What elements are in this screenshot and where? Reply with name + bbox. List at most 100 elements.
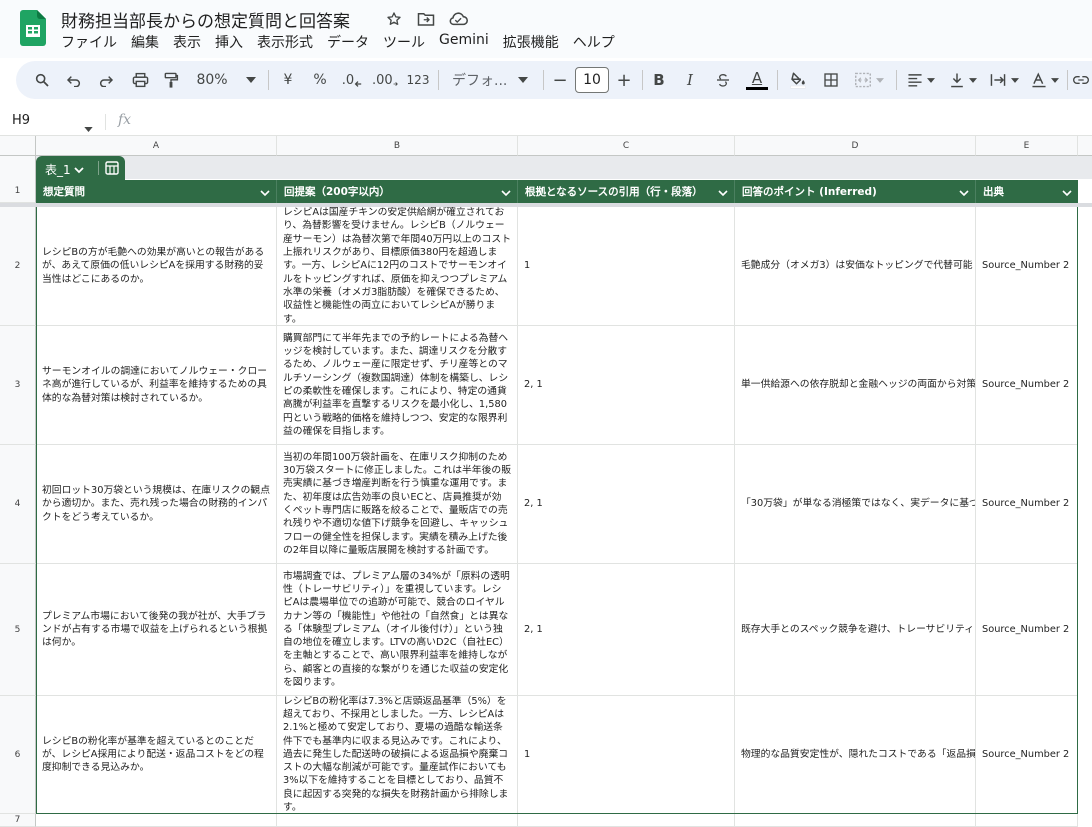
column-header-a[interactable]: A [36,136,277,156]
table-cell-source[interactable]: 2, 1 [518,445,735,564]
menu-view[interactable]: 表示 [173,32,201,52]
italic-button[interactable]: I [681,61,699,99]
redo-icon[interactable] [94,61,118,99]
menu-help[interactable]: ヘルプ [573,32,615,52]
table-menu-chevron-icon[interactable] [74,163,84,177]
table-cell-source[interactable]: 1 [518,207,735,326]
menu-gemini[interactable]: Gemini [439,32,489,52]
menu-insert[interactable]: 挿入 [215,32,243,52]
table-cell-answer[interactable]: 購買部門にて半年先までの予約レートによる為替ヘッジを検討しています。また、調達リ… [277,326,518,445]
column-filter-chevron-icon[interactable] [1062,188,1072,200]
text-color-button[interactable]: A [745,61,769,99]
text-rotation-icon[interactable] [1028,61,1062,99]
table-cell-reference[interactable]: Source_Number 2 [976,326,1078,445]
table-cell-reference[interactable]: Source_Number 2 [976,696,1078,814]
empty-cell[interactable] [735,814,976,827]
column-header-d[interactable]: D [735,136,976,156]
fill-color-icon[interactable] [786,61,810,99]
strikethrough-icon[interactable] [713,61,733,99]
header-cell-question[interactable]: 想定質問 [36,180,277,203]
document-title[interactable]: 財務担当部長からの想定質問と回答案 [61,7,350,32]
zoom-select[interactable]: 80% [194,61,230,99]
menu-file[interactable]: ファイル [61,32,117,52]
header-cell-point[interactable]: 回答のポイント (Inferred) [735,180,976,203]
currency-format-button[interactable]: ¥ [280,61,296,99]
row-header-3[interactable]: 3 [0,326,36,445]
table-cell-question[interactable]: 初回ロット30万袋という規模は、在庫リスクの観点から適切か。また、売れ残った場合… [36,445,277,564]
table-cell-reference[interactable]: Source_Number 2 [976,207,1078,326]
row-header-7[interactable]: 7 [0,814,36,827]
table-cell-answer[interactable]: 市場調査では、プレミアム層の34%が「原料の透明性（トレーサビリティ）」を重視し… [277,564,518,696]
table-cell-answer[interactable]: 当初の年間100万袋計画を、在庫リスク抑制のため30万袋スタートに修正しました。… [277,445,518,564]
table-name-chip[interactable]: 表_1 [36,156,125,180]
header-cell-source[interactable]: 根拠となるソースの引用（行・段落） [518,180,735,203]
search-menus-icon[interactable] [30,61,54,99]
table-cell-point[interactable]: 物理的な品質安定性が、隠れたコストである「返品損」 [735,696,976,814]
vertical-align-icon[interactable] [946,61,980,99]
number-format-button[interactable]: 123 [406,61,430,99]
row-header-2[interactable]: 2 [0,207,36,326]
insert-link-icon[interactable] [1072,61,1090,99]
table-cell-question[interactable]: サーモンオイルの調達においてノルウェー・クローネ高が進行しているが、利益率を維持… [36,326,277,445]
name-box-dropdown-icon[interactable] [84,117,93,136]
table-view-icon[interactable] [105,161,119,178]
undo-icon[interactable] [62,61,86,99]
column-filter-chevron-icon[interactable] [501,188,511,200]
font-dropdown-icon[interactable] [516,61,530,99]
move-folder-icon[interactable] [416,9,436,29]
table-cell-answer[interactable]: レシピAは国産チキンの安定供給網が確立されており、為替影響を受けません。レシピB… [277,207,518,326]
row-header-6[interactable]: 6 [0,696,36,814]
star-icon[interactable] [384,9,404,29]
header-cell-answer[interactable]: 回提案（200字以内） [277,180,518,203]
name-box[interactable]: H9 [12,113,30,128]
zoom-dropdown-icon[interactable] [244,61,258,99]
column-header-c[interactable]: C [518,136,735,156]
table-cell-question[interactable]: レシピBの粉化率が基準を超えているとのことだが、レシピA採用により配送・返品コス… [36,696,277,814]
empty-cell[interactable] [518,814,735,827]
percent-format-button[interactable]: % [310,61,330,99]
row-header-5[interactable]: 5 [0,564,36,696]
sheets-logo-icon[interactable] [20,10,46,46]
column-filter-chevron-icon[interactable] [959,188,969,200]
merge-cells-icon[interactable] [852,61,886,99]
table-cell-reference[interactable]: Source_Number 2 [976,564,1078,696]
row-header-1[interactable]: 1 [0,180,36,203]
column-header-e[interactable]: E [976,136,1078,156]
menu-edit[interactable]: 編集 [131,32,159,52]
increase-decimal-button[interactable]: .00 [372,61,398,99]
print-icon[interactable] [128,61,152,99]
font-size-input[interactable]: 10 [575,67,609,93]
table-cell-question[interactable]: プレミアム市場において後発の我が社が、大手ブランドが占有する市場で収益を上げられ… [36,564,277,696]
table-cell-reference[interactable]: Source_Number 2 [976,445,1078,564]
paint-format-icon[interactable] [159,61,183,99]
row-header-4[interactable]: 4 [0,445,36,564]
table-cell-point[interactable]: 「30万袋」が単なる消極策ではなく、実データに基づく [735,445,976,564]
column-filter-chevron-icon[interactable] [260,188,270,200]
table-cell-source[interactable]: 1 [518,696,735,814]
table-cell-question[interactable]: レシピBの方が毛艶への効果が高いとの報告があるが、あえて原価の低いレシピAを採用… [36,207,277,326]
borders-icon[interactable] [820,61,842,99]
menu-tools[interactable]: ツール [383,32,425,52]
table-cell-answer[interactable]: レシピBの粉化率は7.3%と店頭返品基準（5%）を超えており、不採用としました。… [277,696,518,814]
decrease-decimal-button[interactable]: .0 [340,61,364,99]
select-all-corner[interactable] [0,136,36,156]
column-header-f[interactable] [1078,136,1092,156]
empty-cell[interactable] [976,814,1078,827]
header-cell-reference[interactable]: 出典 [976,180,1078,203]
horizontal-align-icon[interactable] [904,61,938,99]
menu-format[interactable]: 表示形式 [257,32,313,52]
table-cell-point[interactable]: 毛艶成分（オメガ3）は安価なトッピングで代替可能 [735,207,976,326]
formula-input[interactable] [142,114,1042,130]
bold-button[interactable]: B [650,61,668,99]
table-cell-source[interactable]: 2, 1 [518,564,735,696]
table-cell-point[interactable]: 単一供給源への依存脱却と金融ヘッジの両面から対策 [735,326,976,445]
font-family-select[interactable]: デフォ... [452,61,516,99]
column-header-b[interactable]: B [277,136,518,156]
column-filter-chevron-icon[interactable] [718,188,728,200]
text-wrapping-icon[interactable] [987,61,1021,99]
empty-cell[interactable] [277,814,518,827]
table-cell-source[interactable]: 2, 1 [518,326,735,445]
decrease-font-size-button[interactable]: − [552,61,568,99]
cloud-status-icon[interactable] [448,9,468,29]
empty-cell[interactable] [36,814,277,827]
